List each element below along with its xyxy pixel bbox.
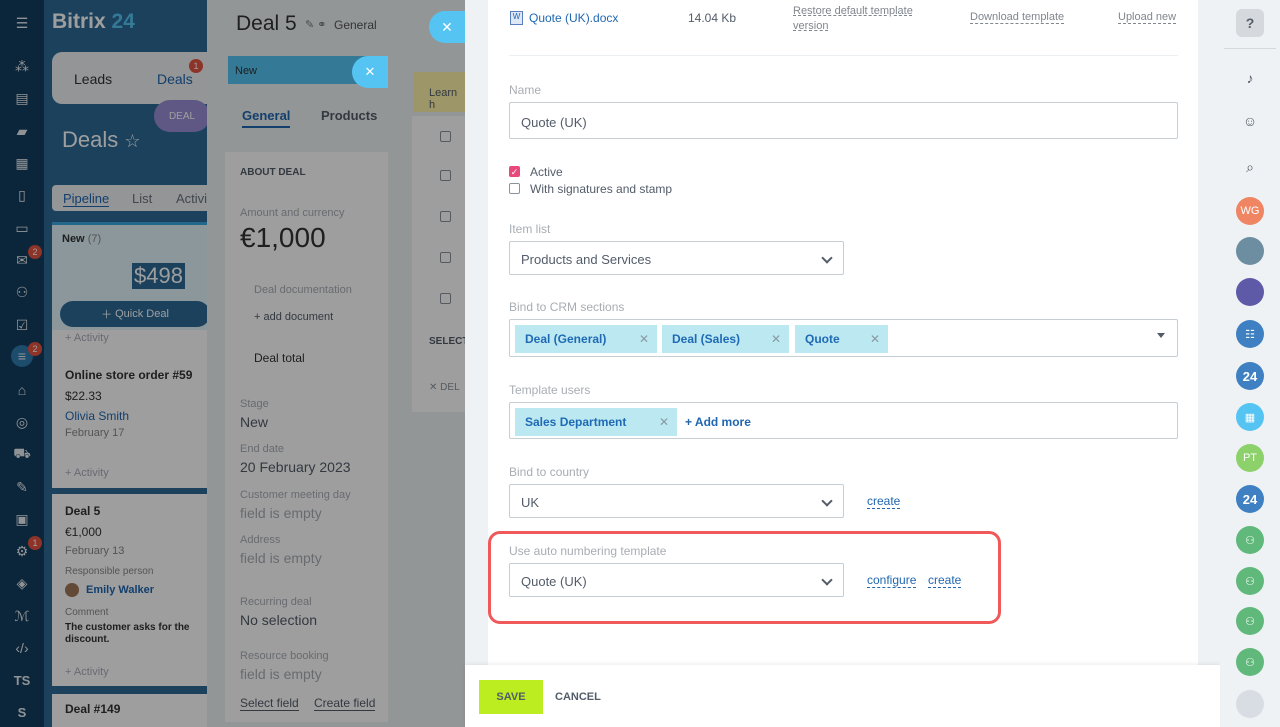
name-label: Name — [509, 83, 542, 97]
numbering-configure-link[interactable]: configure — [867, 573, 917, 588]
help-icon[interactable]: ? — [1236, 9, 1264, 37]
crm-sections-select[interactable]: Deal (General) ✕ Deal (Sales) ✕ Quote ✕ — [509, 319, 1178, 357]
docx-file-icon: W — [510, 11, 523, 25]
name-input[interactable]: Quote (UK) — [509, 102, 1178, 139]
chip-deal-general: Deal (General) ✕ — [515, 325, 657, 353]
template-users-field[interactable]: Sales Department ✕ + Add more — [509, 402, 1178, 439]
numbering-select[interactable]: Quote (UK) — [509, 563, 844, 597]
numbering-create-link[interactable]: create — [928, 573, 962, 588]
messages-icon[interactable]: ☺ — [1236, 107, 1264, 135]
bitrix24-icon[interactable]: 24 — [1236, 362, 1264, 390]
overlay-dim — [0, 0, 465, 727]
group-chat-icon[interactable]: ☷ — [1236, 320, 1264, 348]
bind-crm-label: Bind to CRM sections — [509, 300, 625, 314]
add-more-link[interactable]: + Add more — [685, 415, 751, 429]
country-select[interactable]: UK — [509, 484, 844, 518]
active-checkbox[interactable]: ✓ — [509, 166, 520, 177]
item-list-label: Item list — [509, 222, 551, 236]
country-create-link[interactable]: create — [867, 494, 901, 509]
chevron-down-icon — [821, 252, 833, 264]
form-footer: SAVE CANCEL — [465, 665, 1220, 727]
bell-icon[interactable]: ♪ — [1236, 64, 1264, 92]
save-button[interactable]: SAVE — [479, 680, 543, 714]
download-template-link[interactable]: Download template — [970, 11, 1065, 24]
country-label: Bind to country — [509, 465, 590, 479]
file-size: 14.04 Kb — [688, 11, 737, 25]
active-label: Active — [530, 165, 563, 179]
bitrix24-icon[interactable]: 24 — [1236, 485, 1264, 513]
chevron-down-icon — [821, 574, 833, 586]
avatar[interactable] — [1236, 690, 1264, 718]
chip-remove-icon[interactable]: ✕ — [639, 332, 649, 346]
avatar[interactable] — [1236, 278, 1264, 306]
chip-remove-icon[interactable]: ✕ — [870, 332, 880, 346]
chevron-down-icon — [821, 495, 833, 507]
group-icon[interactable]: ⚇ — [1236, 526, 1264, 554]
cancel-button[interactable]: CANCEL — [555, 691, 601, 703]
file-name-link[interactable]: Quote (UK).docx — [529, 11, 618, 25]
divider — [1224, 48, 1276, 49]
numbering-label: Use auto numbering template — [509, 544, 667, 558]
calendar-icon[interactable]: ▦ — [1236, 403, 1264, 431]
template-form: W Quote (UK).docx 14.04 Kb Restore defau… — [488, 0, 1198, 665]
template-users-label: Template users — [509, 383, 591, 397]
chip-remove-icon[interactable]: ✕ — [659, 415, 669, 429]
avatar[interactable] — [1236, 237, 1264, 265]
search-icon[interactable]: ⌕ — [1236, 153, 1264, 181]
avatar-wg[interactable]: WG — [1236, 197, 1264, 225]
close-icon[interactable]: ✕ — [429, 11, 465, 43]
avatar-pt[interactable]: PT — [1236, 444, 1264, 472]
chip-sales-department: Sales Department ✕ — [515, 408, 677, 436]
group-icon[interactable]: ⚇ — [1236, 648, 1264, 676]
signatures-checkbox[interactable] — [509, 183, 520, 194]
divider — [509, 55, 1178, 56]
signatures-label: With signatures and stamp — [530, 182, 673, 196]
chip-remove-icon[interactable]: ✕ — [771, 332, 781, 346]
restore-default-link[interactable]: Restore default template version — [793, 4, 933, 34]
dropdown-arrow-icon[interactable] — [1157, 333, 1165, 338]
group-icon[interactable]: ⚇ — [1236, 567, 1264, 595]
close-icon[interactable]: ✕ — [352, 56, 388, 88]
item-list-select[interactable]: Products and Services — [509, 241, 844, 275]
chip-quote: Quote ✕ — [795, 325, 888, 353]
upload-new-link[interactable]: Upload new — [1118, 11, 1177, 24]
chip-deal-sales: Deal (Sales) ✕ — [662, 325, 789, 353]
group-icon[interactable]: ⚇ — [1236, 607, 1264, 635]
